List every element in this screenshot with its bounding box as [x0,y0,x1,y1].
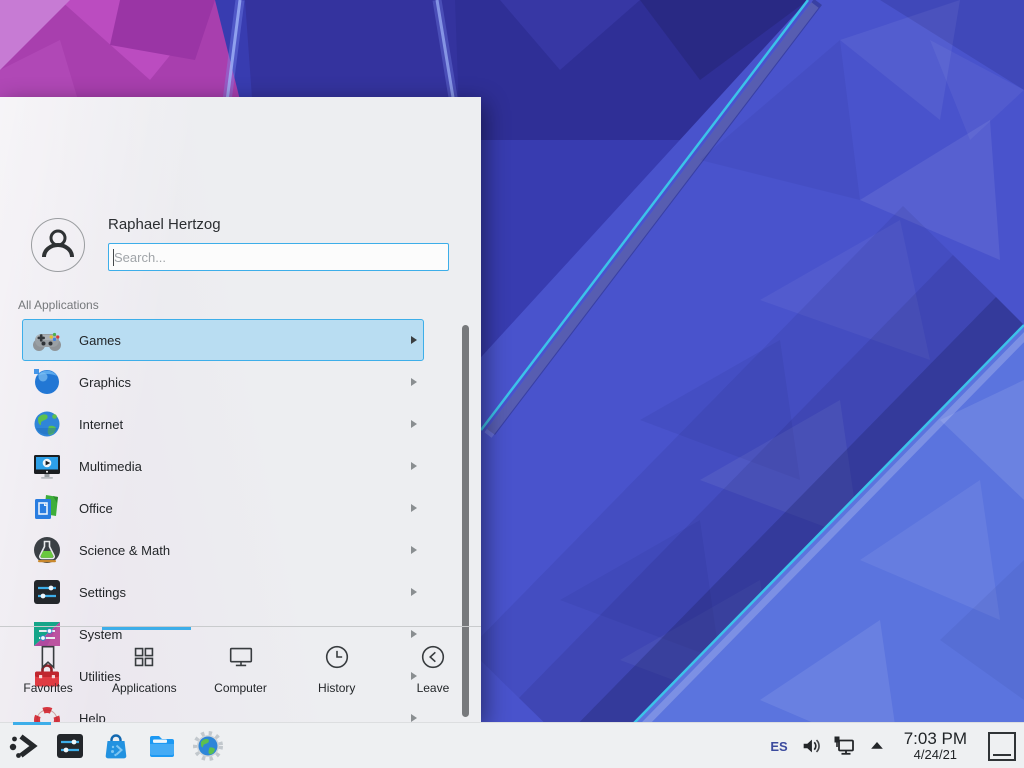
monitor-play-icon [31,450,63,482]
browser-globe-icon [192,730,224,762]
show-desktop-button[interactable] [988,732,1016,761]
user-avatar[interactable] [31,218,85,272]
application-launcher-menu: Raphael Hertzog All Applications [0,97,481,722]
section-label: All Applications [18,298,99,312]
launcher-tab-bar: Favorites Applications [0,626,481,722]
category-label: Office [79,501,113,516]
chevron-right-icon [411,462,417,470]
computer-icon [226,642,256,672]
user-name: Raphael Hertzog [108,216,221,233]
category-label: Games [79,333,121,348]
chevron-right-icon [411,504,417,512]
taskbar-apps [0,730,224,762]
show-desktop-icon [993,754,1011,756]
system-settings-icon [54,730,86,762]
documents-icon [31,492,63,524]
category-row-multimedia[interactable]: Multimedia [22,445,424,487]
tab-favorites[interactable]: Favorites [0,627,96,722]
taskbar: ES [0,722,1024,768]
sphere-icon [31,366,63,398]
expand-tray-icon[interactable] [865,734,889,758]
category-row-internet[interactable]: Internet [22,403,424,445]
application-launcher-button[interactable] [8,730,40,762]
kde-launcher-icon [8,730,40,762]
discover-icon [100,730,132,762]
desktop: Raphael Hertzog All Applications [0,0,1024,768]
discover-button[interactable] [100,730,132,762]
gamepad-icon [31,324,63,356]
user-icon [36,223,80,267]
chevron-right-icon [411,378,417,386]
category-row-games[interactable]: Games [22,319,424,361]
chevron-right-icon [411,420,417,428]
folder-icon [146,730,178,762]
system-tray: ES [768,723,1016,768]
clock-time: 7:03 PM [904,730,967,748]
category-row-office[interactable]: Office [22,487,424,529]
system-settings-button[interactable] [54,730,86,762]
chevron-right-icon [411,546,417,554]
category-label: Multimedia [79,459,142,474]
leave-icon [418,642,448,672]
bookmark-icon [33,642,63,672]
clock-date: 4/24/21 [914,748,957,762]
category-label: Internet [79,417,123,432]
sliders-icon [31,576,63,608]
text-caret [113,249,114,266]
keyboard-layout-indicator[interactable]: ES [768,739,789,754]
tab-computer[interactable]: Computer [192,627,288,722]
search-input[interactable] [108,243,449,271]
active-tab-indicator [102,627,191,630]
category-row-science-math[interactable]: Science & Math [22,529,424,571]
tab-leave[interactable]: Leave [385,627,481,722]
clock-icon [322,642,352,672]
file-manager-button[interactable] [146,730,178,762]
tab-applications[interactable]: Applications [96,627,192,722]
chevron-right-icon [411,336,417,344]
chevron-right-icon [411,588,417,596]
category-label: Science & Math [79,543,170,558]
grid-icon [129,642,159,672]
category-row-graphics[interactable]: Graphics [22,361,424,403]
active-app-indicator [13,722,51,725]
digital-clock[interactable]: 7:03 PM 4/24/21 [904,730,967,761]
globe-icon [31,408,63,440]
category-row-settings[interactable]: Settings [22,571,424,613]
flask-icon [31,534,63,566]
volume-icon[interactable] [799,734,823,758]
web-browser-button[interactable] [192,730,224,762]
tab-history[interactable]: History [289,627,385,722]
network-icon[interactable] [832,734,856,758]
category-label: Settings [79,585,126,600]
category-label: Graphics [79,375,131,390]
